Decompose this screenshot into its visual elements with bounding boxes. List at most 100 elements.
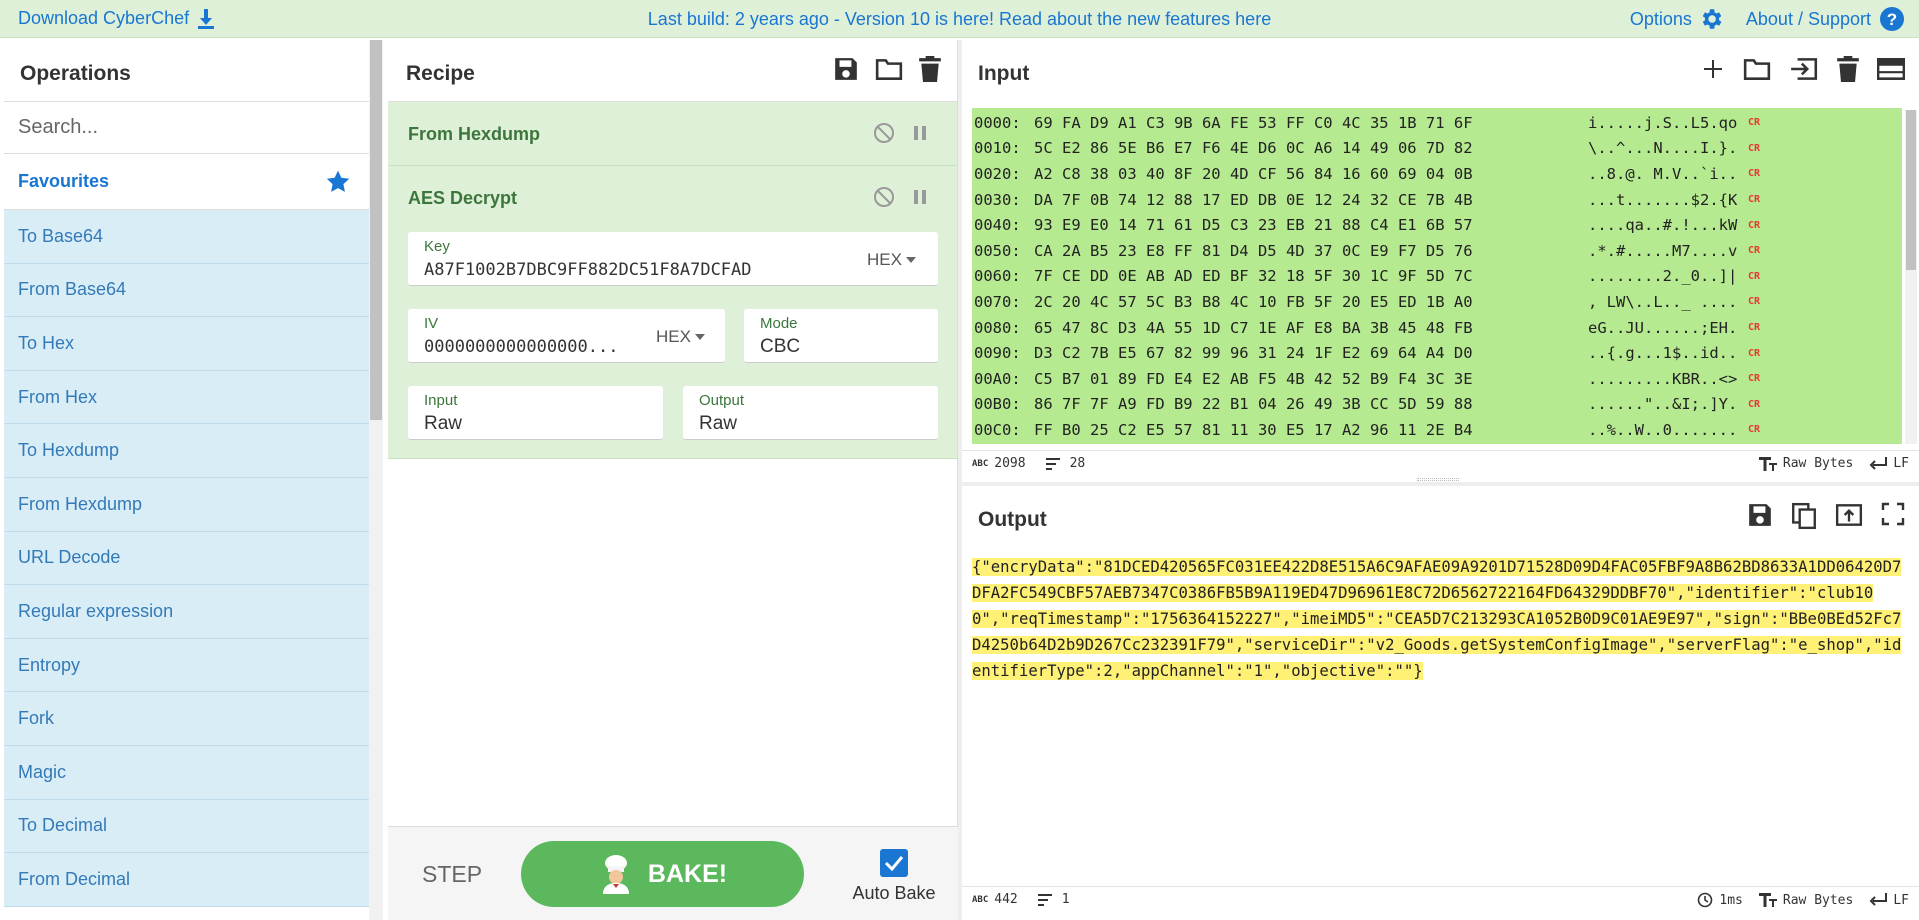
input-eol-label: LF — [1893, 456, 1909, 471]
input-panel: Input 0000: 69 FA D9 A1 C3 9B 6A FE 53 FF… — [962, 40, 1919, 481]
bake-label: BAKE! — [647, 859, 728, 888]
caret-down-icon — [695, 334, 705, 340]
hex-address: 0070: — [974, 292, 1021, 311]
mode-field[interactable]: Mode CBC — [744, 309, 938, 363]
output-eol-button[interactable]: LF — [1869, 893, 1909, 908]
trash-icon[interactable] — [919, 56, 941, 82]
favourites-label: Favourites — [18, 171, 110, 191]
iv-encoding-dropdown[interactable]: HEX — [656, 327, 705, 347]
layout-icon[interactable] — [1877, 56, 1905, 82]
plus-icon[interactable] — [1701, 56, 1725, 82]
operation-item[interactable]: Magic — [4, 745, 369, 800]
folder-icon[interactable] — [875, 56, 903, 82]
options-button[interactable]: Options — [1630, 6, 1724, 32]
carriage-return-marker: CR — [1748, 296, 1761, 308]
import-icon[interactable] — [1789, 56, 1819, 82]
input-format-field[interactable]: Input Raw — [408, 386, 663, 440]
operation-item[interactable]: To Decimal — [4, 799, 369, 854]
output-format-field[interactable]: Output Raw — [683, 386, 938, 440]
recipe-op-aes-decrypt[interactable]: AES Decrypt Key A87F1002B7DBC9FF882DC51F… — [388, 166, 957, 459]
step-button[interactable]: STEP — [422, 861, 482, 888]
maximise-icon[interactable] — [1881, 502, 1905, 526]
output-encoding-button[interactable]: Raw Bytes — [1758, 893, 1853, 908]
hex-bytes: C5 B7 01 89 FD E4 E2 AB F5 4B 42 52 B9 F… — [1034, 369, 1473, 388]
hex-ascii: , LW\..L.._ .... — [1588, 292, 1738, 311]
replace-input-icon[interactable] — [1835, 502, 1863, 528]
download-link[interactable]: Download CyberChef — [18, 8, 215, 29]
save-icon[interactable] — [833, 56, 859, 82]
key-encoding-dropdown[interactable]: HEX — [867, 250, 916, 270]
hex-bytes: DA 7F 0B 74 12 88 17 ED DB 0E 12 24 32 C… — [1034, 190, 1473, 209]
disable-icon[interactable] — [873, 186, 895, 208]
operation-item[interactable]: To Hexdump — [4, 424, 369, 478]
operation-item[interactable]: From Decimal — [4, 853, 369, 907]
output-title: Output — [978, 508, 1047, 531]
operation-item[interactable]: Fork — [4, 692, 369, 746]
hex-bytes: CA 2A B5 23 E8 FF 81 D4 D5 4D 37 0C E9 F… — [1034, 241, 1473, 260]
carriage-return-marker: CR — [1748, 398, 1761, 410]
about-label: About / Support — [1745, 8, 1871, 29]
operation-item[interactable]: Entropy — [4, 638, 369, 693]
operation-item[interactable]: From Hexdump — [4, 477, 369, 532]
bake-button[interactable]: BAKE! — [521, 841, 804, 907]
search-box[interactable] — [4, 102, 369, 154]
save-icon[interactable] — [1747, 502, 1773, 528]
scrollbar-thumb[interactable] — [370, 40, 382, 420]
features-link[interactable]: here — [1235, 9, 1271, 29]
hex-bytes: 2C 20 4C 57 5C B3 B8 4C 10 FB 5F 20 E5 E… — [1034, 292, 1473, 311]
auto-bake-checkbox[interactable] — [880, 849, 908, 877]
iv-field[interactable]: IV 0000000000000000... HEX — [408, 309, 725, 363]
input-char-count: 2098 — [994, 456, 1026, 471]
input-encoding-button[interactable]: Raw Bytes — [1758, 456, 1853, 471]
auto-bake-label: Auto Bake — [852, 883, 936, 903]
auto-bake-toggle[interactable]: Auto Bake — [844, 849, 944, 904]
output-text-area[interactable]: {"encryData":"81DCED420565FC031EE422D8E5… — [972, 554, 1902, 684]
hex-address: 0000: — [974, 113, 1021, 132]
recipe-op-from-hexdump[interactable]: From Hexdump — [388, 102, 957, 166]
pause-icon[interactable] — [913, 124, 927, 142]
input-scrollbar[interactable] — [1905, 110, 1917, 444]
text-format-icon — [1758, 893, 1777, 907]
operation-item[interactable]: To Hex — [4, 317, 369, 371]
operation-item[interactable]: From Base64 — [4, 263, 369, 318]
hex-address: 00A0: — [974, 369, 1021, 388]
operation-item[interactable]: From Hex — [4, 370, 369, 425]
length-icon: ABC — [972, 894, 989, 905]
output-header: Output — [962, 486, 1919, 548]
key-field[interactable]: Key A87F1002B7DBC9FF882DC51F8A7DCFAD HEX — [408, 232, 938, 286]
operation-item[interactable]: URL Decode — [4, 531, 369, 586]
clock-icon — [1698, 892, 1713, 908]
trash-icon[interactable] — [1837, 56, 1859, 82]
caret-down-icon — [906, 257, 916, 263]
folder-icon[interactable] — [1743, 56, 1771, 82]
scrollbar-thumb[interactable] — [1906, 110, 1916, 270]
hex-ascii: ..{.g...1$..id.. — [1588, 344, 1738, 363]
hex-bytes: 69 FA D9 A1 C3 9B 6A FE 53 FF C0 4C 35 1… — [1034, 113, 1473, 132]
resize-handle[interactable] — [1417, 478, 1459, 481]
disable-icon[interactable] — [873, 122, 895, 144]
operation-item[interactable]: To Base64 — [4, 210, 369, 264]
input-text-area[interactable]: 0000: 69 FA D9 A1 C3 9B 6A FE 53 FF C0 4C… — [972, 108, 1902, 444]
input-eol-button[interactable]: LF — [1869, 456, 1909, 471]
hexdump-line: 0000: 69 FA D9 A1 C3 9B 6A FE 53 FF C0 4C… — [972, 110, 1902, 136]
hexdump-line: 0090: D3 C2 7B E5 67 82 99 96 31 24 1F E2… — [972, 340, 1902, 366]
copy-icon[interactable] — [1791, 502, 1817, 530]
checkmark-icon — [884, 856, 904, 871]
pause-icon[interactable] — [913, 188, 927, 206]
carriage-return-marker: CR — [1748, 270, 1761, 282]
hex-bytes: 7F CE DD 0E AB AD ED BF 32 18 5F 30 1C 9… — [1034, 267, 1473, 286]
bake-area: STEP BAKE! Auto Bake — [388, 826, 958, 920]
hex-bytes: 93 E9 E0 14 71 61 D5 C3 23 EB 21 88 C4 E… — [1034, 216, 1473, 235]
carriage-return-marker: CR — [1748, 373, 1761, 385]
operation-item[interactable]: Regular expression — [4, 585, 369, 639]
hex-ascii: ........2._0..]| — [1588, 267, 1738, 286]
operations-scrollbar[interactable] — [369, 40, 383, 920]
output-line-count: 1 — [1061, 892, 1070, 907]
favourites-header[interactable]: Favourites — [4, 154, 369, 210]
operations-title: Operations — [4, 40, 369, 102]
key-label: Key — [424, 238, 450, 255]
search-input[interactable] — [18, 116, 348, 139]
output-format-value: Raw — [699, 413, 738, 434]
about-button[interactable]: About / Support ? — [1746, 6, 1905, 32]
top-banner: Download CyberChef Last build: 2 years a… — [0, 0, 1919, 38]
